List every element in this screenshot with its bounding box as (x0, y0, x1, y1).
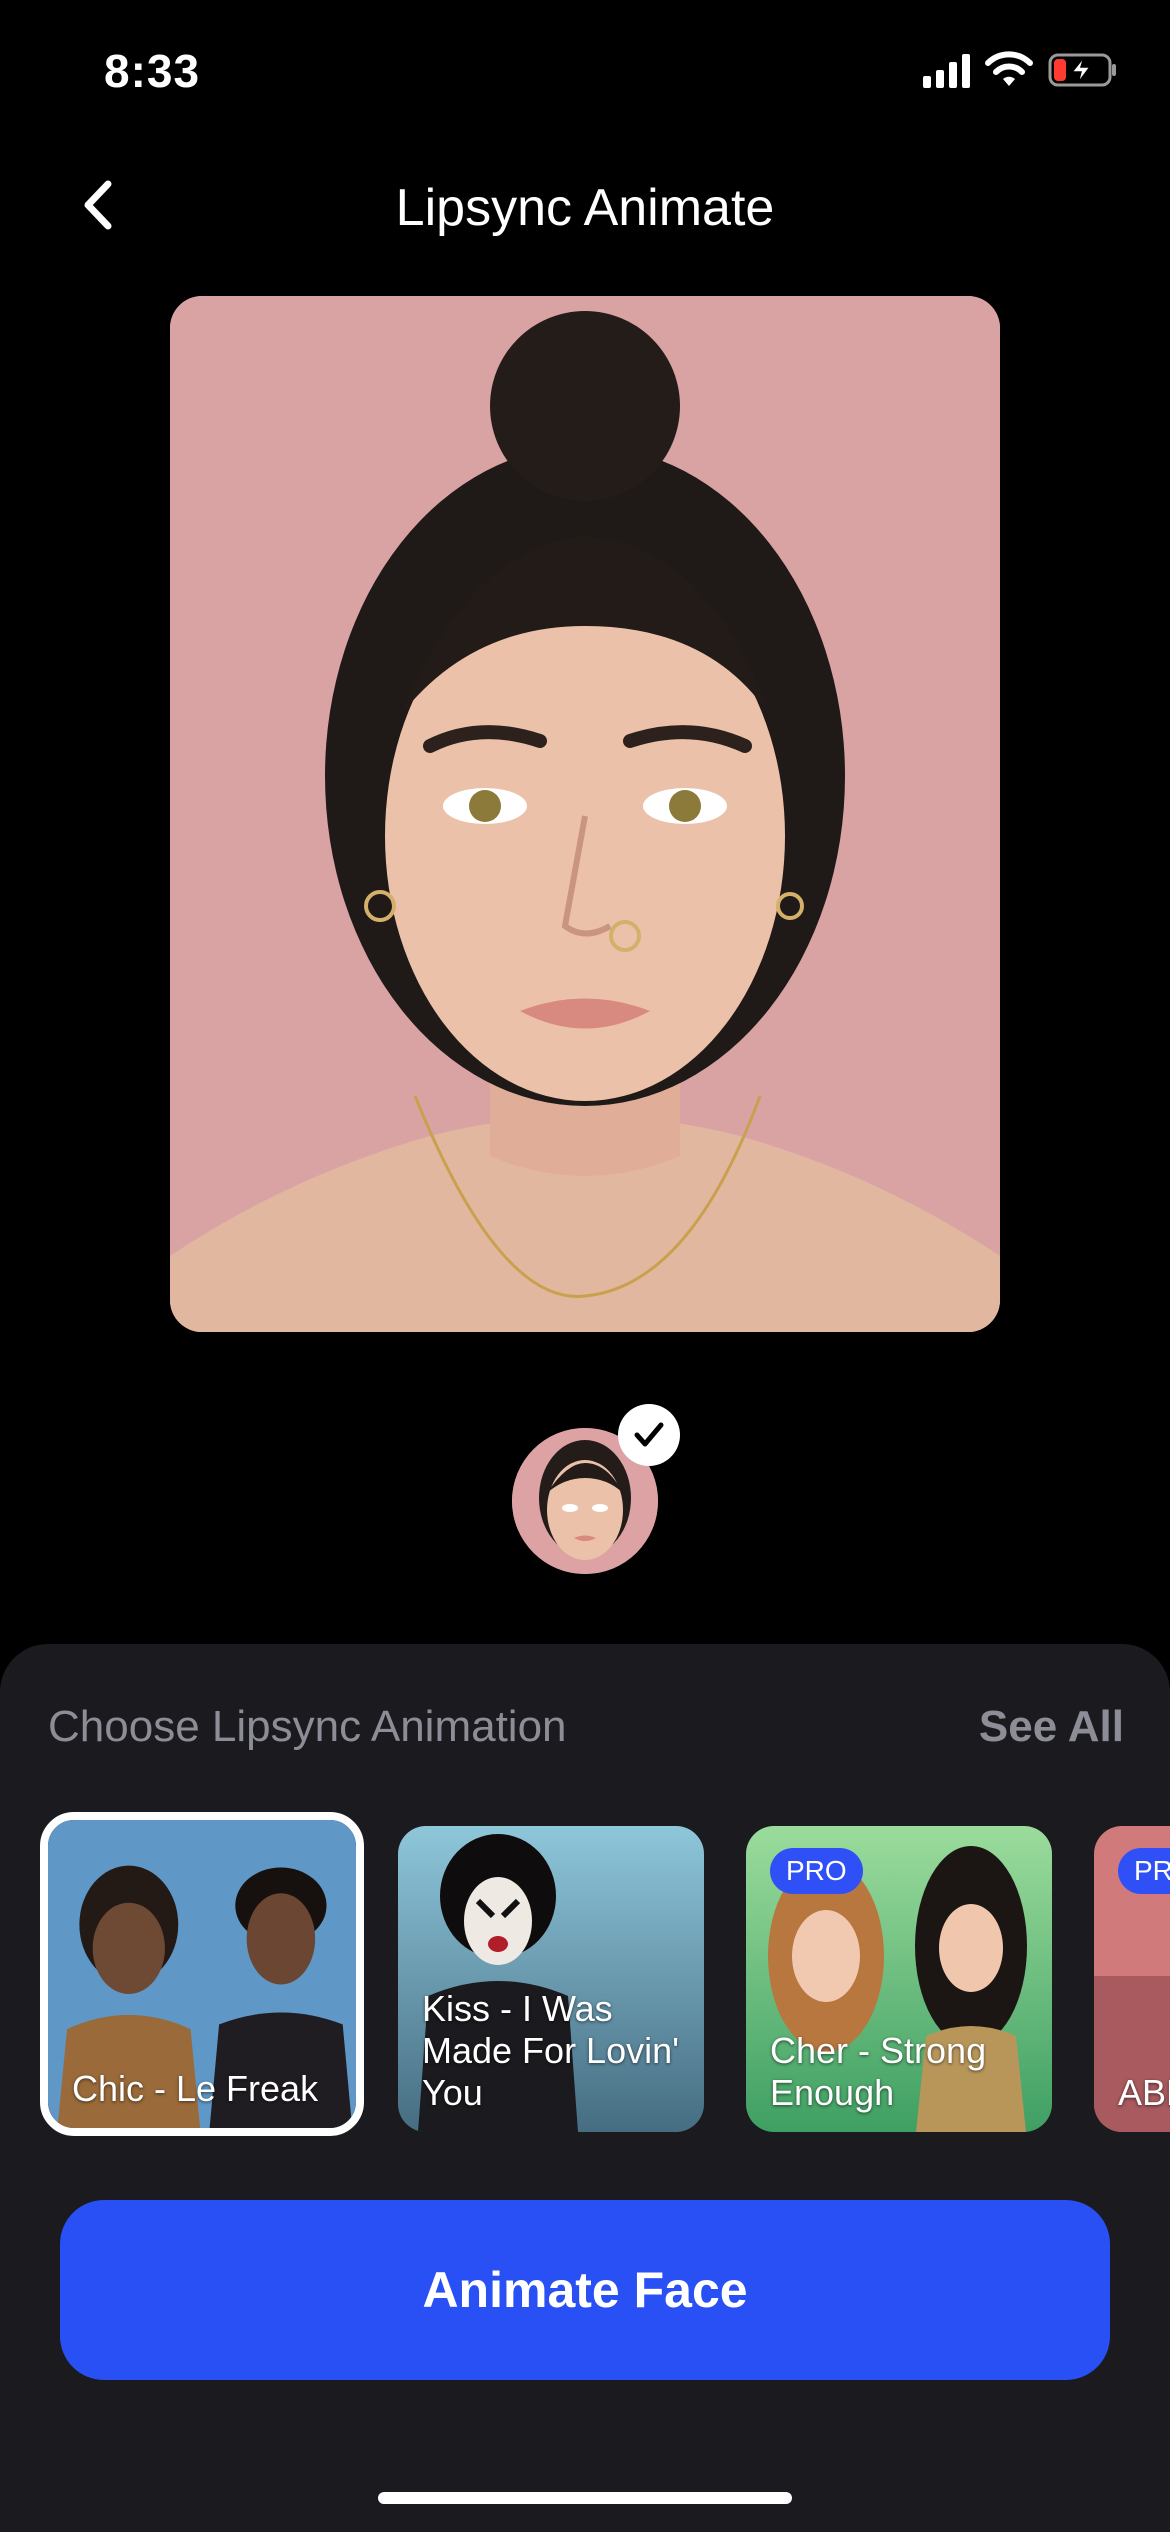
see-all-link[interactable]: See All (979, 1702, 1124, 1752)
pro-badge: PRO (770, 1848, 863, 1894)
animation-card-cher[interactable]: PRO Cher - Strong Enough (746, 1826, 1052, 2132)
animation-carousel[interactable]: Chic - Le Freak Kiss - I Was Made For Lo… (40, 1812, 1170, 2142)
page-title: Lipsync Animate (395, 179, 775, 237)
card-label: Kiss - I Was Made For Lovin' You (422, 1988, 679, 2113)
pro-badge: PRO (1118, 1848, 1170, 1894)
card-label: Cher - Strong Enough (770, 2030, 987, 2113)
section-title: Choose Lipsync Animation (48, 1702, 567, 1751)
battery-charging-icon (1048, 53, 1116, 87)
home-indicator[interactable] (378, 2492, 792, 2504)
wifi-icon (985, 51, 1033, 86)
portrait-photo (170, 296, 1000, 1332)
status-time: 8:33 (104, 45, 201, 97)
card-label: Chic - Le Freak (72, 2068, 319, 2109)
card-label: ABBA - Ma (1118, 2072, 1170, 2113)
checkmark-badge (618, 1404, 680, 1466)
cellular-signal-icon (923, 52, 970, 88)
animation-card-abba[interactable]: PRO ABBA - Ma (1094, 1826, 1170, 2132)
checkmark-icon (634, 1422, 664, 1447)
animate-face-button[interactable]: Animate Face (60, 2200, 1110, 2380)
animation-picker-sheet: Choose Lipsync Animation See All Chic - … (0, 1644, 1170, 2532)
status-icons (923, 50, 1118, 90)
animation-card-kiss[interactable]: Kiss - I Was Made For Lovin' You (398, 1826, 704, 2132)
animation-card-chic[interactable]: Chic - Le Freak (40, 1812, 364, 2136)
